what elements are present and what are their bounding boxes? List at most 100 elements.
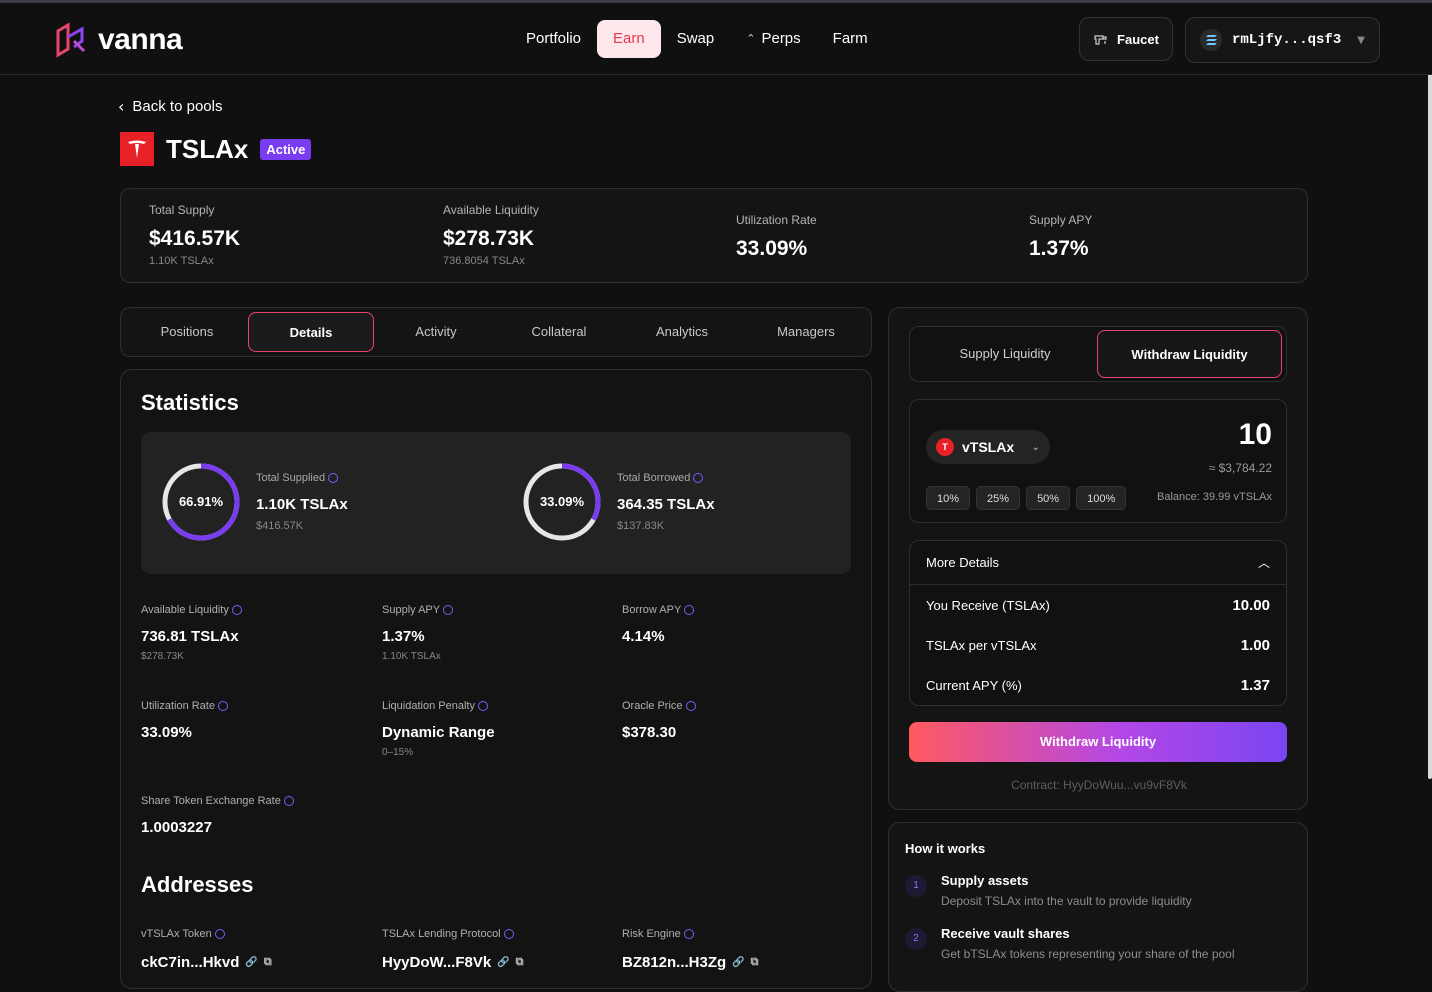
metric-oracle-price: Oracle Price $378.30 bbox=[622, 700, 696, 741]
summary-sub: 736.8054 TSLAx bbox=[443, 255, 525, 267]
percent-25-button[interactable]: 25% bbox=[976, 486, 1021, 510]
address-value[interactable]: HyyDoW...F8Vk bbox=[382, 954, 491, 971]
nav-swap[interactable]: Swap bbox=[661, 20, 731, 58]
nav-perps[interactable]: ⌃ Perps bbox=[730, 20, 816, 58]
status-badge: Active bbox=[260, 138, 312, 160]
info-icon[interactable] bbox=[693, 473, 704, 484]
metric-share-token-exchange-rate: Share Token Exchange Rate 1.0003227 bbox=[141, 795, 294, 836]
info-icon[interactable] bbox=[214, 929, 225, 940]
metric-value: 33.09% bbox=[141, 724, 192, 741]
metric-value: $378.30 bbox=[622, 724, 677, 741]
info-icon[interactable] bbox=[503, 929, 514, 940]
page-scrollbar[interactable] bbox=[1428, 3, 1432, 779]
copy-icon[interactable]: ⧉ bbox=[516, 956, 524, 969]
metric-value: Dynamic Range bbox=[382, 724, 495, 741]
addresses-title: Addresses bbox=[141, 872, 254, 897]
tab-activity[interactable]: Activity bbox=[373, 312, 499, 352]
nav-farm[interactable]: Farm bbox=[817, 20, 884, 58]
summary-value: $278.73K bbox=[443, 227, 535, 250]
link-icon[interactable]: 🔗 bbox=[245, 957, 257, 968]
borrowed-percent: 33.09% bbox=[539, 494, 585, 509]
info-icon[interactable] bbox=[685, 701, 696, 712]
address-value[interactable]: BZ812n...H3Zg bbox=[622, 954, 726, 971]
metric-sub: 1.10K TSLAx bbox=[382, 651, 441, 662]
total-borrowed-usd: $137.83K bbox=[617, 520, 665, 532]
more-details-header[interactable]: More Details ︿ bbox=[910, 541, 1286, 585]
info-icon[interactable] bbox=[231, 605, 242, 616]
faucet-label: Faucet bbox=[1117, 31, 1159, 47]
supplied-percent: 66.91% bbox=[178, 494, 224, 509]
metric-label: Share Token Exchange Rate bbox=[141, 795, 281, 807]
address-lending-protocol: TSLAx Lending Protocol HyyDoW...F8Vk 🔗 ⧉ bbox=[382, 928, 524, 971]
percent-10-button[interactable]: 10% bbox=[926, 486, 971, 510]
info-icon[interactable] bbox=[283, 796, 294, 807]
metric-label: Liquidation Penalty bbox=[382, 700, 475, 712]
detail-value: 1.37 bbox=[1240, 676, 1270, 694]
contract-address[interactable]: Contract: HyyDoWuu...vu9vF8Vk bbox=[889, 778, 1309, 792]
supply-liquidity-tab[interactable]: Supply Liquidity bbox=[913, 330, 1097, 378]
top-nav: vanna Portfolio Earn Swap ⌃ Perps Farm F… bbox=[0, 3, 1432, 75]
metric-label: Available Liquidity bbox=[141, 604, 229, 616]
wallet-button[interactable]: rmLjfy...qsf3 ▼ bbox=[1185, 17, 1380, 63]
address-vtslax-token: vTSLAx Token ckC7in...Hkvd 🔗 ⧉ bbox=[141, 928, 272, 971]
info-icon[interactable] bbox=[328, 473, 339, 484]
amount-input[interactable]: 10 bbox=[1239, 418, 1272, 452]
nav-earn[interactable]: Earn bbox=[597, 20, 661, 58]
total-borrowed-label: Total Borrowed bbox=[617, 472, 704, 484]
metric-value: 1.37% bbox=[382, 628, 425, 645]
summary-supply-apy: Supply APY 1.37% bbox=[1029, 213, 1092, 261]
tab-analytics[interactable]: Analytics bbox=[619, 312, 745, 352]
tab-details[interactable]: Details bbox=[248, 312, 374, 352]
step-title: Receive vault shares bbox=[941, 926, 1070, 941]
chevron-down-icon: ⌄ bbox=[1031, 441, 1040, 453]
total-supplied-usd: $416.57K bbox=[256, 520, 304, 532]
tab-managers[interactable]: Managers bbox=[743, 312, 869, 352]
link-icon[interactable]: 🔗 bbox=[732, 957, 744, 968]
tab-positions[interactable]: Positions bbox=[124, 312, 250, 352]
summary-label: Supply APY bbox=[1029, 213, 1093, 227]
info-icon[interactable] bbox=[683, 929, 694, 940]
summary-label: Total Supply bbox=[149, 203, 215, 217]
withdraw-liquidity-button[interactable]: Withdraw Liquidity bbox=[909, 722, 1287, 762]
vanna-logo[interactable]: vanna bbox=[52, 21, 183, 59]
chevron-up-icon: ︿ bbox=[1257, 556, 1270, 570]
statistics-title: Statistics bbox=[141, 390, 239, 415]
detail-value: 1.00 bbox=[1240, 636, 1270, 654]
metric-sub: 0–15% bbox=[382, 747, 414, 758]
faucet-button[interactable]: Faucet bbox=[1079, 17, 1173, 61]
pool-title: TSLAx bbox=[166, 133, 249, 164]
supply-borrow-gauges: 66.91% Total Supplied 1.10K TSLAx $416.5… bbox=[141, 432, 851, 574]
detail-row-you-receive: You Receive (TSLAx) 10.00 bbox=[910, 585, 1286, 625]
details-panel: Statistics 66.91% Total Supplied 1.10K T… bbox=[120, 369, 872, 989]
summary-sub: 1.10K TSLAx bbox=[149, 255, 214, 267]
back-to-pools-link[interactable]: ‹ Back to pools bbox=[118, 97, 222, 116]
address-risk-engine: Risk Engine BZ812n...H3Zg 🔗 ⧉ bbox=[622, 928, 759, 971]
total-borrowed-value: 364.35 TSLAx bbox=[617, 496, 715, 513]
detail-label: TSLAx per vTSLAx bbox=[926, 637, 1037, 653]
metric-label: Oracle Price bbox=[622, 700, 683, 712]
link-icon[interactable]: 🔗 bbox=[497, 957, 509, 968]
faucet-icon bbox=[1094, 35, 1107, 45]
tab-collateral[interactable]: Collateral bbox=[496, 312, 622, 352]
info-icon[interactable] bbox=[443, 605, 454, 616]
percent-50-button[interactable]: 50% bbox=[1026, 486, 1071, 510]
summary-value: 33.09% bbox=[736, 237, 808, 260]
info-icon[interactable] bbox=[217, 701, 228, 712]
info-icon[interactable] bbox=[684, 605, 695, 616]
borrowed-gauge: 33.09% bbox=[522, 462, 602, 542]
token-selector[interactable]: T vTSLAx ⌄ bbox=[926, 430, 1050, 464]
copy-icon[interactable]: ⧉ bbox=[751, 956, 759, 969]
address-value[interactable]: ckC7in...Hkvd bbox=[141, 954, 239, 971]
info-icon[interactable] bbox=[477, 701, 488, 712]
chevron-left-icon: ‹ bbox=[118, 97, 125, 116]
percent-100-button[interactable]: 100% bbox=[1076, 486, 1127, 510]
pool-tabs: Positions Details Activity Collateral An… bbox=[120, 307, 872, 357]
nav-farm-label: Farm bbox=[832, 30, 868, 47]
summary-value: 1.37% bbox=[1029, 237, 1089, 260]
step-title: Supply assets bbox=[941, 873, 1029, 888]
step-number: 2 bbox=[905, 928, 927, 950]
vanna-logo-icon bbox=[56, 22, 86, 58]
withdraw-liquidity-tab[interactable]: Withdraw Liquidity bbox=[1097, 330, 1282, 378]
nav-portfolio[interactable]: Portfolio bbox=[510, 20, 597, 58]
copy-icon[interactable]: ⧉ bbox=[264, 956, 272, 969]
